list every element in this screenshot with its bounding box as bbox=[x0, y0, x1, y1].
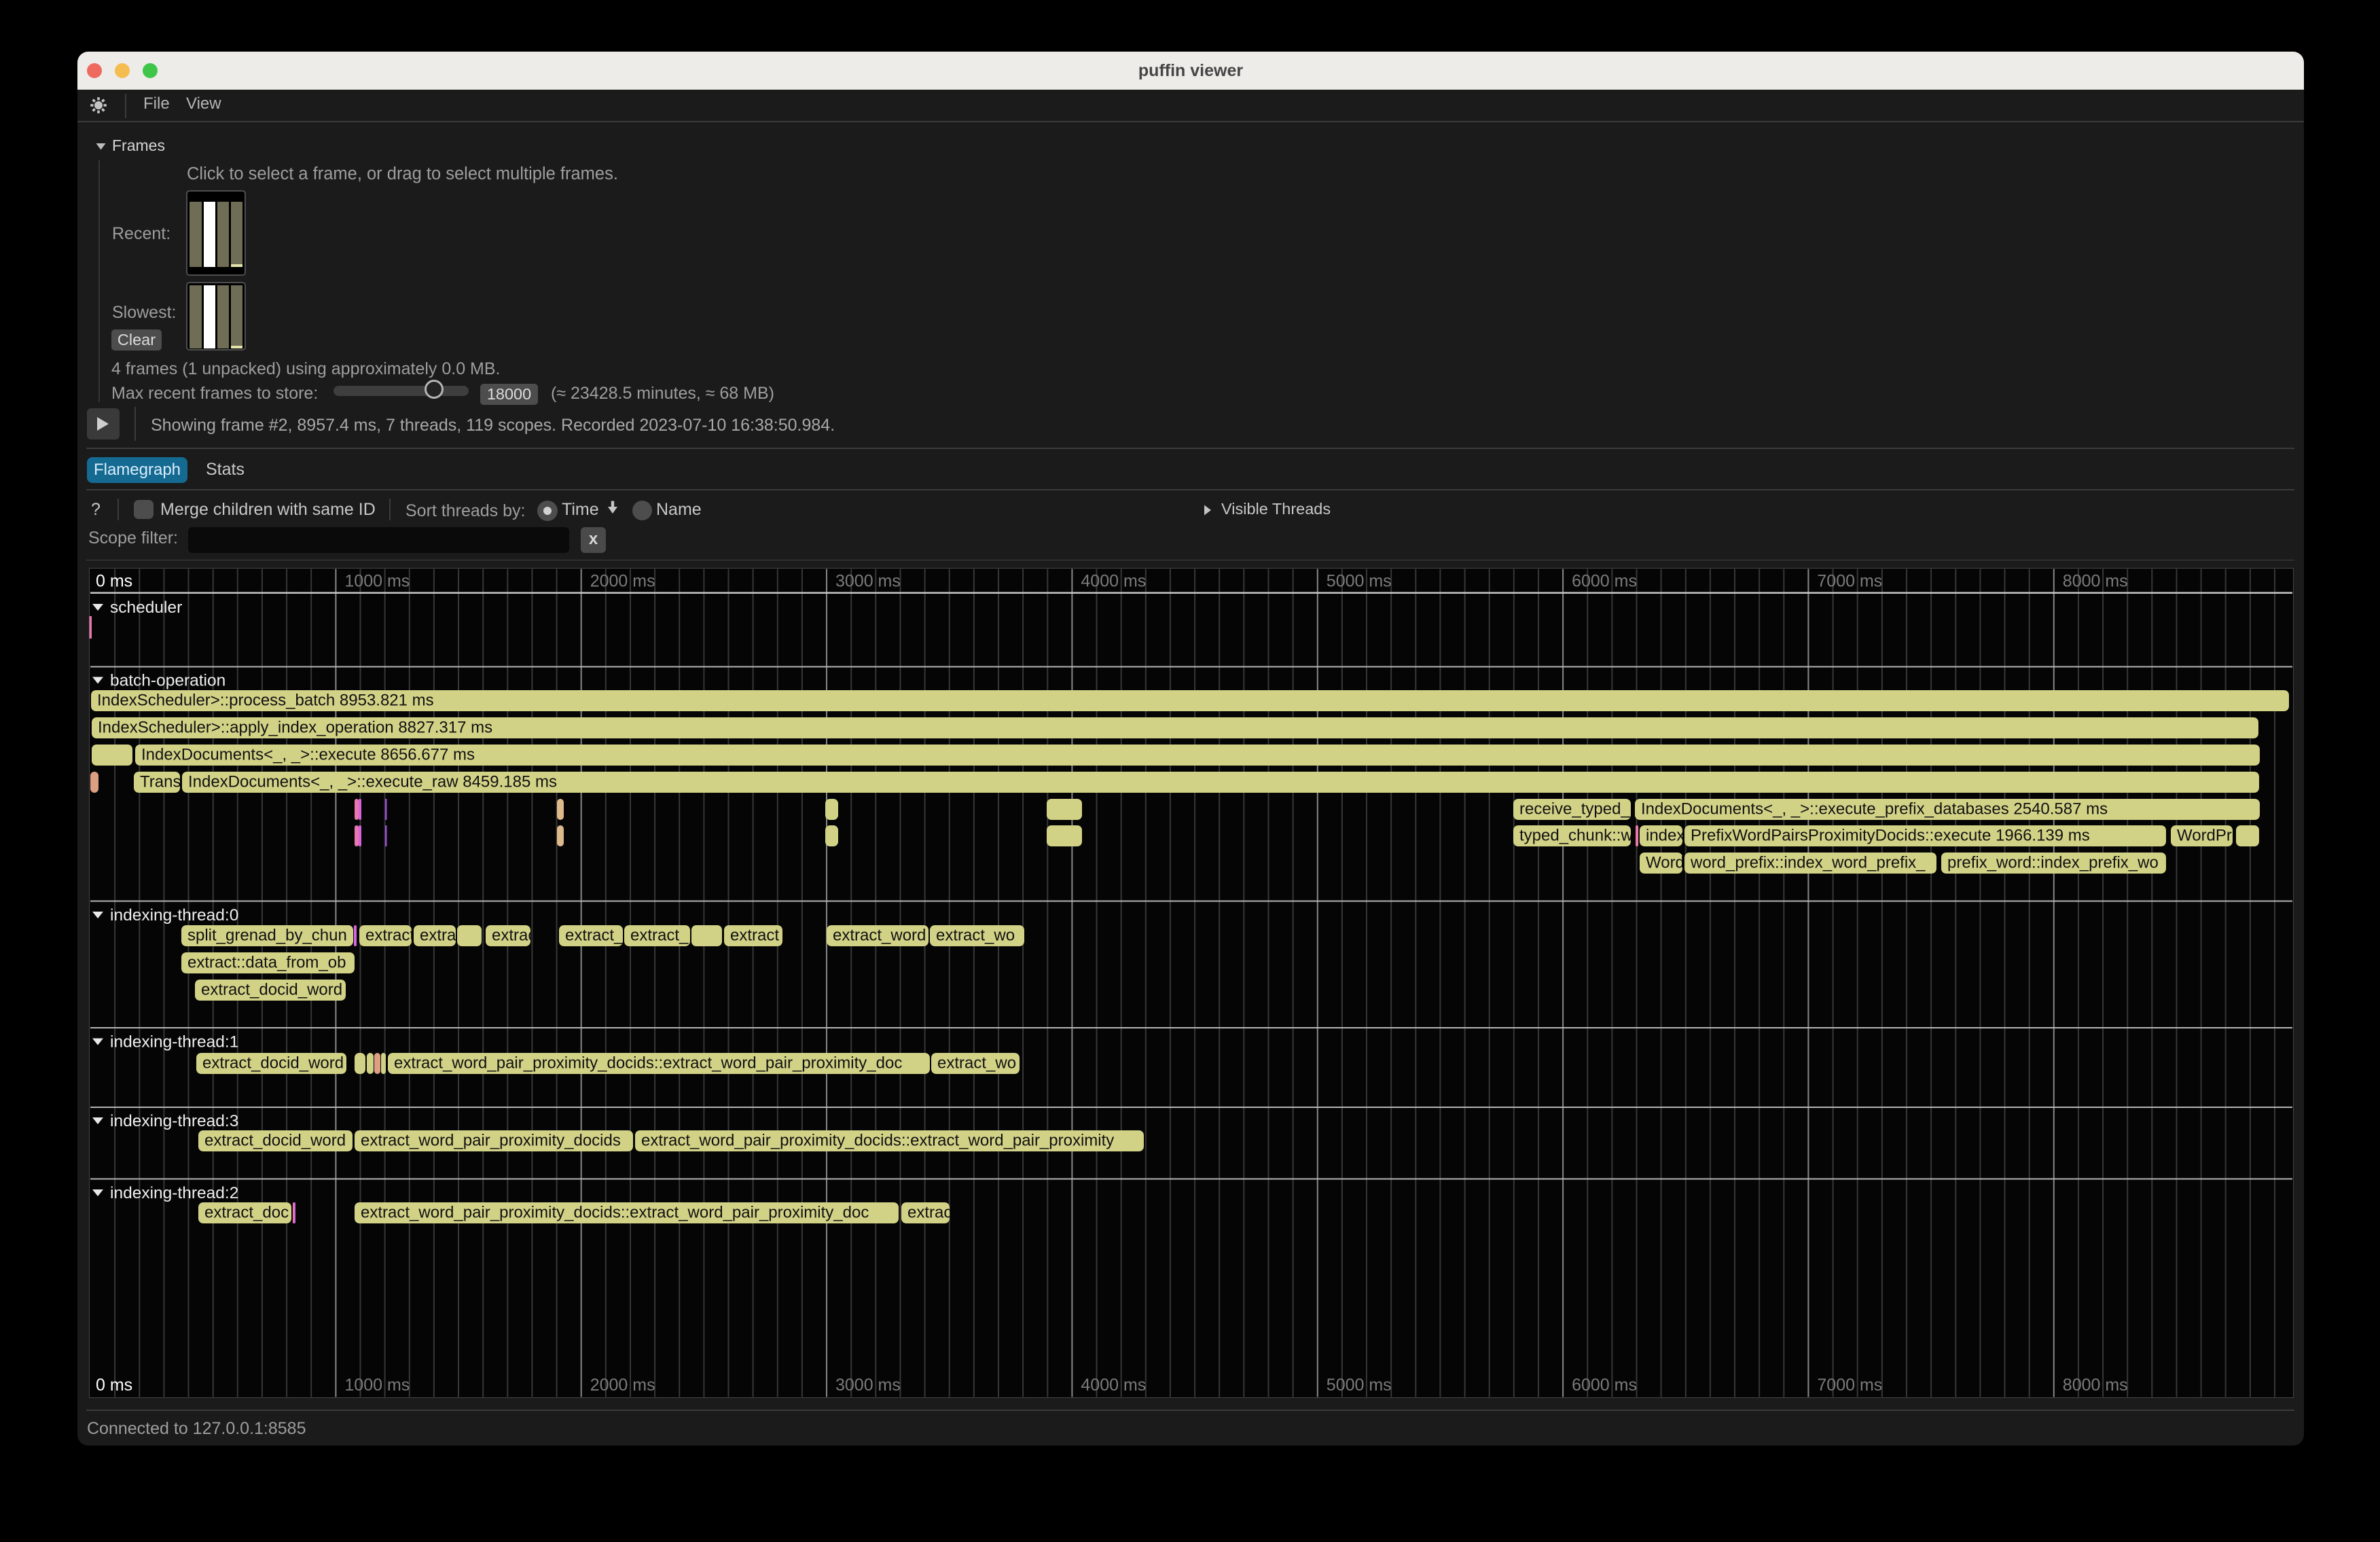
svg-text:extract_doc: extract_doc bbox=[204, 1204, 289, 1222]
svg-text:5000 ms: 5000 ms bbox=[1327, 1376, 1392, 1395]
svg-text:extract_: extract_ bbox=[630, 927, 689, 945]
svg-text:1000 ms: 1000 ms bbox=[344, 1376, 410, 1395]
svg-text:scheduler: scheduler bbox=[110, 598, 182, 617]
svg-text:extract::data_from_ob: extract::data_from_ob bbox=[187, 954, 346, 972]
svg-text:4000 ms: 4000 ms bbox=[1081, 572, 1146, 591]
svg-text:6000 ms: 6000 ms bbox=[1572, 572, 1637, 591]
svg-text:extract_word: extract_word bbox=[833, 927, 926, 945]
svg-text:extract: extract bbox=[730, 927, 779, 945]
svg-text:split_grenad_by_chun: split_grenad_by_chun bbox=[187, 927, 347, 945]
svg-text:indexing-thread:1: indexing-thread:1 bbox=[110, 1033, 238, 1052]
svg-text:3000 ms: 3000 ms bbox=[835, 1376, 901, 1395]
svg-text:extrac: extrac bbox=[492, 927, 536, 945]
svg-text:8000 ms: 8000 ms bbox=[2063, 572, 2128, 591]
svg-text:IndexDocuments<_, _>::execute_: IndexDocuments<_, _>::execute_raw 8459.1… bbox=[188, 773, 557, 791]
svg-text:extract_: extract_ bbox=[565, 927, 624, 945]
svg-text:extract: extract bbox=[365, 927, 414, 945]
svg-text:5000 ms: 5000 ms bbox=[1327, 572, 1392, 591]
svg-text:indexing-thread:3: indexing-thread:3 bbox=[110, 1112, 238, 1130]
svg-text:extract_docid_word: extract_docid_word bbox=[204, 1132, 346, 1150]
svg-text:6000 ms: 6000 ms bbox=[1572, 1376, 1637, 1395]
svg-text:word_prefix::index_word_prefix: word_prefix::index_word_prefix_ bbox=[1690, 854, 1926, 872]
svg-text:0 ms: 0 ms bbox=[96, 1376, 132, 1395]
svg-text:IndexScheduler>::process_batch: IndexScheduler>::process_batch 8953.821 … bbox=[97, 692, 434, 710]
svg-text:0 ms: 0 ms bbox=[96, 572, 132, 591]
svg-text:extract_word_pair_proximity_do: extract_word_pair_proximity_docids::extr… bbox=[641, 1132, 1114, 1150]
svg-text:extract_word_pair_proximity_do: extract_word_pair_proximity_docids bbox=[361, 1132, 621, 1150]
svg-text:indexing-thread:0: indexing-thread:0 bbox=[110, 906, 238, 925]
svg-text:7000 ms: 7000 ms bbox=[1817, 572, 1882, 591]
svg-text:2000 ms: 2000 ms bbox=[590, 572, 655, 591]
svg-text:extract_word_pair_proximity_do: extract_word_pair_proximity_docids::extr… bbox=[361, 1204, 869, 1222]
svg-text:IndexDocuments<_, _>::execute: IndexDocuments<_, _>::execute 8656.677 m… bbox=[141, 746, 475, 764]
svg-text:batch-operation: batch-operation bbox=[110, 672, 226, 690]
svg-text:Trans: Trans bbox=[140, 773, 181, 791]
svg-text:extract_docid_word: extract_docid_word bbox=[201, 981, 342, 999]
svg-text:extrac: extrac bbox=[907, 1204, 952, 1222]
svg-text:typed_chunk::w: typed_chunk::w bbox=[1519, 827, 1633, 845]
svg-text:3000 ms: 3000 ms bbox=[835, 572, 901, 591]
svg-text:prefix_word::index_prefix_wo: prefix_word::index_prefix_wo bbox=[1947, 854, 2159, 872]
svg-text:extract_wo: extract_wo bbox=[937, 1054, 1016, 1073]
svg-text:IndexScheduler>::apply_index_o: IndexScheduler>::apply_index_operation 8… bbox=[98, 719, 492, 737]
svg-text:PrefixWordPairsProximityDocids: PrefixWordPairsProximityDocids::execute … bbox=[1691, 827, 2090, 845]
svg-text:8000 ms: 8000 ms bbox=[2063, 1376, 2128, 1395]
svg-text:2000 ms: 2000 ms bbox=[590, 1376, 655, 1395]
svg-text:4000 ms: 4000 ms bbox=[1081, 1376, 1146, 1395]
svg-text:extract_word_pair_proximity_do: extract_word_pair_proximity_docids::extr… bbox=[394, 1054, 902, 1073]
svg-text:extract_docid_word: extract_docid_word bbox=[202, 1054, 344, 1073]
svg-text:WordPr: WordPr bbox=[2177, 827, 2232, 845]
svg-text:extra: extra bbox=[420, 927, 456, 945]
svg-text:1000 ms: 1000 ms bbox=[344, 572, 410, 591]
svg-text:IndexDocuments<_, _>::execute_: IndexDocuments<_, _>::execute_prefix_dat… bbox=[1641, 800, 2108, 819]
svg-text:extract_wo: extract_wo bbox=[936, 927, 1015, 945]
svg-text:indexing-thread:2: indexing-thread:2 bbox=[110, 1184, 238, 1202]
svg-text:7000 ms: 7000 ms bbox=[1817, 1376, 1882, 1395]
svg-text:receive_typed_: receive_typed_ bbox=[1519, 800, 1630, 819]
